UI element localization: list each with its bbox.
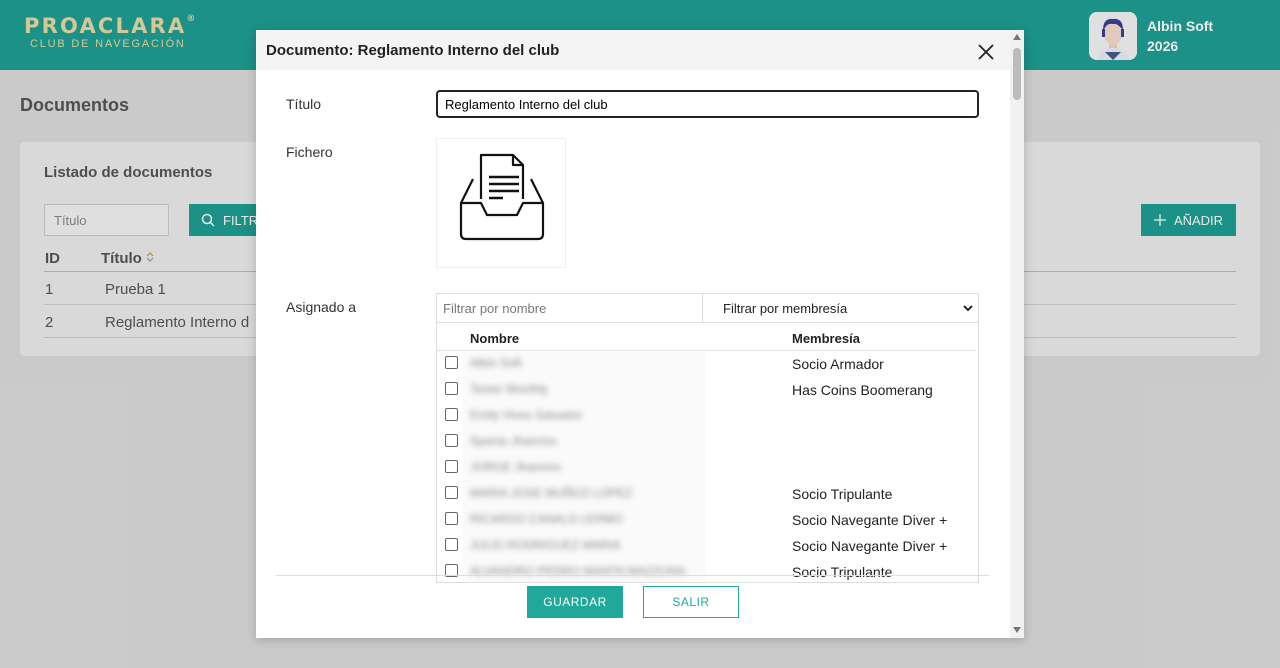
close-button[interactable] — [976, 42, 996, 62]
member-membership: Socio Tripulante — [792, 486, 893, 502]
list-item[interactable]: JORGE Jhanrino — [437, 456, 976, 482]
list-item[interactable]: JULIO RODRIGUEZ MARIA Socio Navegante Div… — [437, 534, 976, 560]
modal-header: Documento: Reglamento Interno del club — [256, 30, 1010, 70]
save-button[interactable]: GUARDAR — [527, 586, 623, 618]
member-checkbox[interactable] — [445, 460, 458, 473]
member-checkbox[interactable] — [445, 382, 458, 395]
membership-select-value: Filtrar por membresía — [723, 301, 848, 316]
scroll-down-icon[interactable] — [1013, 627, 1021, 633]
member-name: JULIO RODRIGUEZ MARIA — [470, 538, 621, 552]
list-item[interactable]: Tester Monthly Has Coins Boomerang — [437, 378, 976, 404]
member-name: Albin Soft — [470, 356, 522, 370]
member-membership: Socio Armador — [792, 356, 884, 372]
modal-title: Documento: Reglamento Interno del club — [266, 42, 560, 59]
document-inbox-icon — [459, 153, 545, 241]
list-item[interactable]: ALVANDRO PEDRO MANTA MAZZUNA Socio Tripul… — [437, 560, 976, 582]
modal-scrollbar[interactable] — [1010, 30, 1024, 638]
member-membership: Has Coins Boomerang — [792, 382, 933, 398]
document-modal: Documento: Reglamento Interno del club T… — [256, 30, 1024, 638]
member-checkbox[interactable] — [445, 538, 458, 551]
member-name: Tester Monthly — [470, 382, 549, 396]
member-list: Albin Soft Socio Armador Tester Monthly Ha… — [437, 352, 976, 582]
list-item[interactable]: RICARDO CANALS LERMO Socio Navegante Dive… — [437, 508, 976, 534]
list-item[interactable]: Albin Soft Socio Armador — [437, 352, 976, 378]
scroll-up-icon[interactable] — [1013, 34, 1021, 40]
member-checkbox[interactable] — [445, 408, 458, 421]
member-membership: Socio Navegante Diver + — [792, 512, 948, 528]
column-name: Nombre — [470, 331, 520, 346]
member-list-header: Nombre Membresía — [437, 324, 976, 351]
footer-divider — [276, 575, 989, 576]
list-item[interactable]: MARIA JOSE MUÑOZ LOPEZ Socio Tripulante — [437, 482, 976, 508]
member-membership: Socio Tripulante — [792, 564, 893, 580]
member-checkbox[interactable] — [445, 356, 458, 369]
list-item[interactable]: Spania Jhanrino — [437, 430, 976, 456]
title-field[interactable] — [436, 90, 979, 118]
close-icon — [978, 44, 994, 60]
assigned-panel: Filtrar por membresía Nombre Membresía A… — [436, 293, 979, 583]
list-item[interactable]: Emily Vives Salvador — [437, 404, 976, 430]
member-name: Emily Vives Salvador — [470, 408, 583, 422]
member-name: RICARDO CANALS LERMO — [470, 512, 623, 526]
member-checkbox[interactable] — [445, 486, 458, 499]
scroll-thumb[interactable] — [1013, 48, 1021, 100]
member-name: JORGE Jhanrino — [470, 460, 561, 474]
assigned-label: Asignado a — [286, 299, 357, 315]
filter-name-input[interactable] — [437, 294, 703, 323]
member-checkbox[interactable] — [445, 434, 458, 447]
member-checkbox[interactable] — [445, 512, 458, 525]
file-label: Fichero — [286, 144, 333, 160]
member-name: MARIA JOSE MUÑOZ LOPEZ — [470, 486, 633, 500]
file-preview[interactable] — [436, 138, 566, 268]
member-membership: Socio Navegante Diver + — [792, 538, 948, 554]
title-label: Título — [286, 96, 322, 112]
exit-button[interactable]: SALIR — [643, 586, 739, 618]
chevron-down-icon — [963, 305, 973, 312]
membership-select[interactable]: Filtrar por membresía — [703, 294, 978, 323]
member-name: Spania Jhanrino — [470, 434, 557, 448]
column-membership: Membresía — [792, 331, 860, 346]
